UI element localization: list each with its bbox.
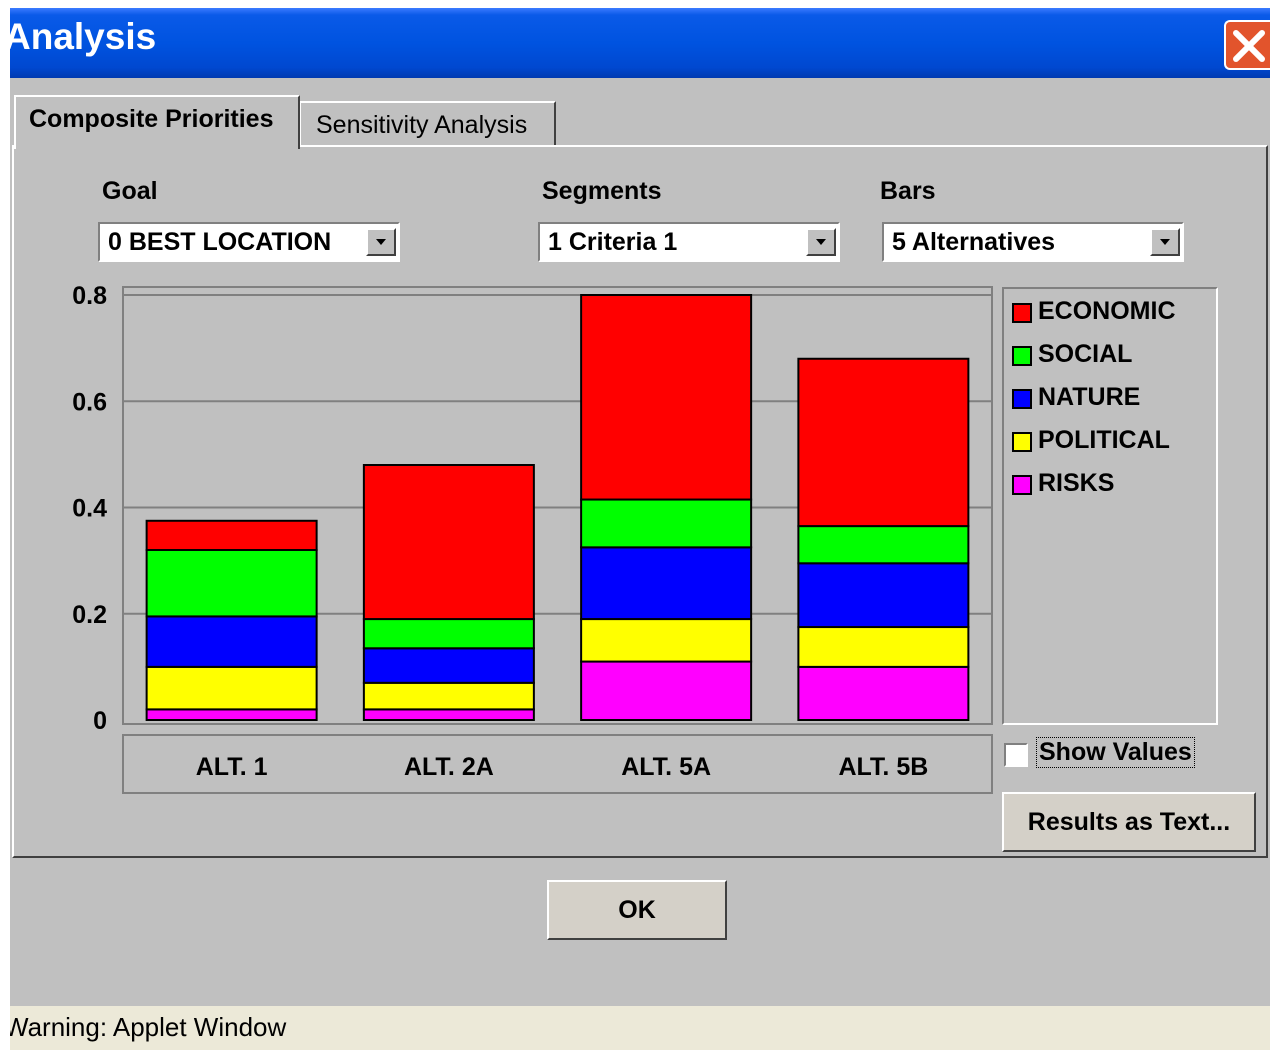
y-tick-label: 0.2 — [72, 601, 107, 629]
bar-segment-economic — [145, 519, 318, 551]
bar-segment-economic — [580, 294, 753, 501]
bar-segment-social — [797, 525, 970, 565]
status-bar: Warning: Applet Window — [10, 1006, 1270, 1050]
chart-legend: ECONOMIC SOCIAL NATURE POLITICAL RISKS — [1002, 287, 1218, 725]
bars-dropdown-button[interactable] — [1150, 228, 1180, 256]
show-values-label[interactable]: Show Values — [1036, 737, 1195, 768]
tab-composite-priorities-label: Composite Priorities — [29, 105, 274, 133]
bar-segment-political — [797, 626, 970, 668]
y-tick-label: 0.6 — [72, 388, 107, 416]
bar-segment-political — [145, 665, 318, 711]
legend-swatch — [1012, 303, 1032, 323]
legend-swatch — [1012, 475, 1032, 495]
bar-segment-risks — [362, 708, 535, 721]
status-text: Warning: Applet Window — [10, 1012, 287, 1042]
bar-segment-nature — [580, 546, 753, 621]
results-as-text-button[interactable]: Results as Text... — [1002, 792, 1256, 852]
bar-segment-economic — [797, 357, 970, 528]
close-icon — [1233, 30, 1265, 62]
bar-segment-nature — [362, 647, 535, 684]
legend-swatch — [1012, 432, 1032, 452]
x-tick-label: ALT. 5B — [838, 753, 928, 781]
legend-label: ECONOMIC — [1038, 297, 1176, 325]
bar-segment-economic — [362, 464, 535, 621]
legend-label: POLITICAL — [1038, 426, 1170, 454]
legend-label: SOCIAL — [1038, 340, 1133, 368]
bar-segment-risks — [145, 708, 318, 721]
x-tick-label: ALT. 2A — [404, 753, 494, 781]
legend-swatch — [1012, 346, 1032, 366]
legend-label: NATURE — [1038, 383, 1141, 411]
tab-composite-priorities[interactable]: Composite Priorities — [14, 95, 300, 149]
legend-label: RISKS — [1038, 469, 1115, 497]
ok-button[interactable]: OK — [547, 880, 727, 940]
close-button[interactable] — [1224, 20, 1270, 70]
bar-segment-social — [580, 498, 753, 549]
legend-swatch — [1012, 389, 1032, 409]
bar-segment-social — [362, 618, 535, 650]
y-tick-label: 0.4 — [72, 495, 107, 523]
analysis-window: Analysis Composite Priorities Sensitivit… — [10, 8, 1270, 1050]
bar-segment-risks — [580, 660, 753, 721]
bar-segment-nature — [145, 615, 318, 668]
bar-segment-nature — [797, 562, 970, 629]
y-tick-label: 0 — [93, 707, 107, 735]
bar-segment-political — [362, 681, 535, 711]
bar-segment-political — [580, 618, 753, 663]
bar-segment-risks — [797, 665, 970, 721]
chevron-down-icon — [1160, 239, 1170, 245]
y-tick-label: 0.8 — [72, 282, 107, 310]
show-values-checkbox[interactable] — [1004, 743, 1028, 767]
x-tick-label: ALT. 5A — [621, 753, 711, 781]
x-tick-label: ALT. 1 — [196, 753, 268, 781]
bar-segment-social — [145, 549, 318, 618]
